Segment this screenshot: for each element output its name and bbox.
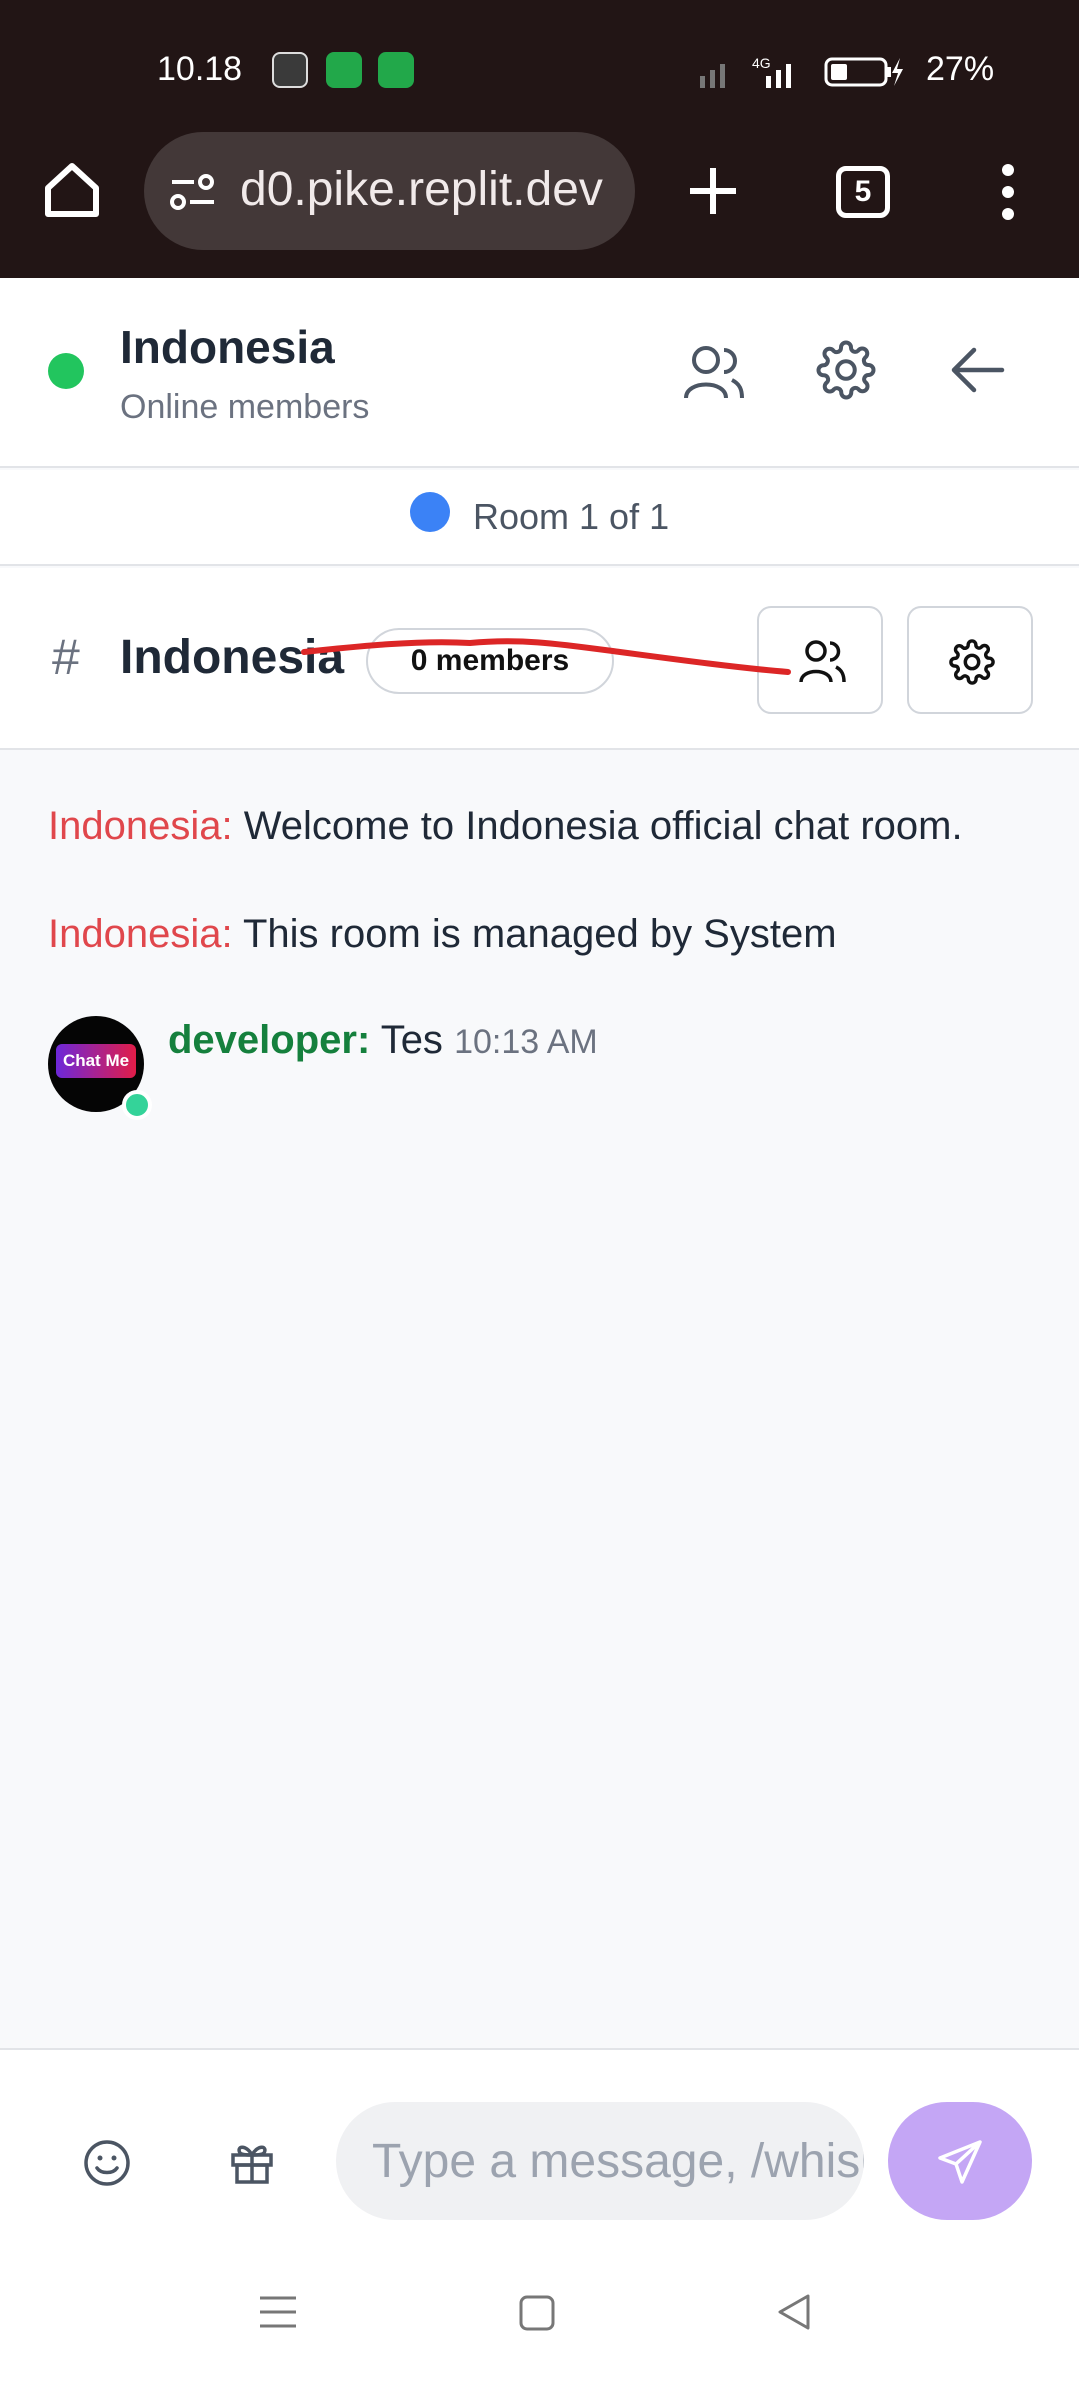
message-sender[interactable]: Indonesia: xyxy=(48,912,233,956)
chat-subtitle: Online members xyxy=(120,388,370,426)
app-notification-icon xyxy=(272,52,308,88)
shield-icon xyxy=(326,52,362,88)
recents-icon[interactable] xyxy=(258,2294,298,2330)
more-menu-icon[interactable] xyxy=(996,160,1020,224)
url-text[interactable]: d0.pike.replit.dev xyxy=(240,162,610,217)
home-icon[interactable] xyxy=(42,160,102,220)
site-settings-icon[interactable] xyxy=(168,172,218,212)
online-status-dot xyxy=(48,353,84,389)
room-label: Room 1 of 1 xyxy=(473,496,670,537)
url-bar[interactable]: d0.pike.replit.dev xyxy=(144,132,635,250)
back-arrow-icon[interactable] xyxy=(948,344,1008,396)
browser-chrome: 10.18 4G 27% d0.pike.replit.dev 5 xyxy=(0,0,1079,278)
composer-bar xyxy=(0,2048,1079,2228)
network-type: 4G xyxy=(752,55,771,71)
send-button[interactable] xyxy=(888,2102,1032,2220)
phone-icon xyxy=(378,52,414,88)
message-text: Welcome to Indonesia official chat room. xyxy=(243,804,963,848)
message-row: developer: Tes 10:13 AM xyxy=(168,1018,598,1063)
send-icon xyxy=(938,2140,982,2184)
chat-title: Indonesia xyxy=(120,321,335,373)
message-row: Indonesia: This room is managed by Syste… xyxy=(48,912,837,957)
users-icon[interactable] xyxy=(682,342,746,402)
chat-header: Indonesia Online members xyxy=(0,278,1079,468)
online-indicator xyxy=(122,1090,152,1120)
avatar-logo: Chat Me xyxy=(56,1044,136,1078)
room-dot xyxy=(410,492,450,532)
channel-bar: # Indonesia 0 members xyxy=(0,568,1079,750)
message-time: 10:13 AM xyxy=(454,1023,598,1061)
home-nav-icon[interactable] xyxy=(518,2294,556,2332)
tab-switcher-button[interactable]: 5 xyxy=(836,166,890,218)
system-nav-bar xyxy=(0,2228,1079,2400)
status-time: 10.18 xyxy=(157,50,243,88)
message-sender[interactable]: developer: xyxy=(168,1018,370,1062)
gear-icon[interactable] xyxy=(816,340,876,400)
message-row: Indonesia: Welcome to Indonesia official… xyxy=(48,804,963,849)
signal-icon: 4G xyxy=(700,55,791,88)
new-tab-icon[interactable] xyxy=(688,166,738,216)
emoji-icon[interactable] xyxy=(82,2138,132,2188)
room-indicator: Room 1 of 1 xyxy=(0,470,1079,566)
battery-percent: 27% xyxy=(926,50,995,88)
back-nav-icon[interactable] xyxy=(776,2292,812,2332)
message-text: This room is managed by System xyxy=(242,912,837,956)
gift-icon[interactable] xyxy=(228,2138,276,2186)
message-sender[interactable]: Indonesia: xyxy=(48,804,233,848)
battery-icon xyxy=(824,57,903,87)
annotation-strikethrough xyxy=(301,638,791,675)
message-input[interactable] xyxy=(336,2102,864,2220)
message-text: Tes xyxy=(380,1018,443,1062)
